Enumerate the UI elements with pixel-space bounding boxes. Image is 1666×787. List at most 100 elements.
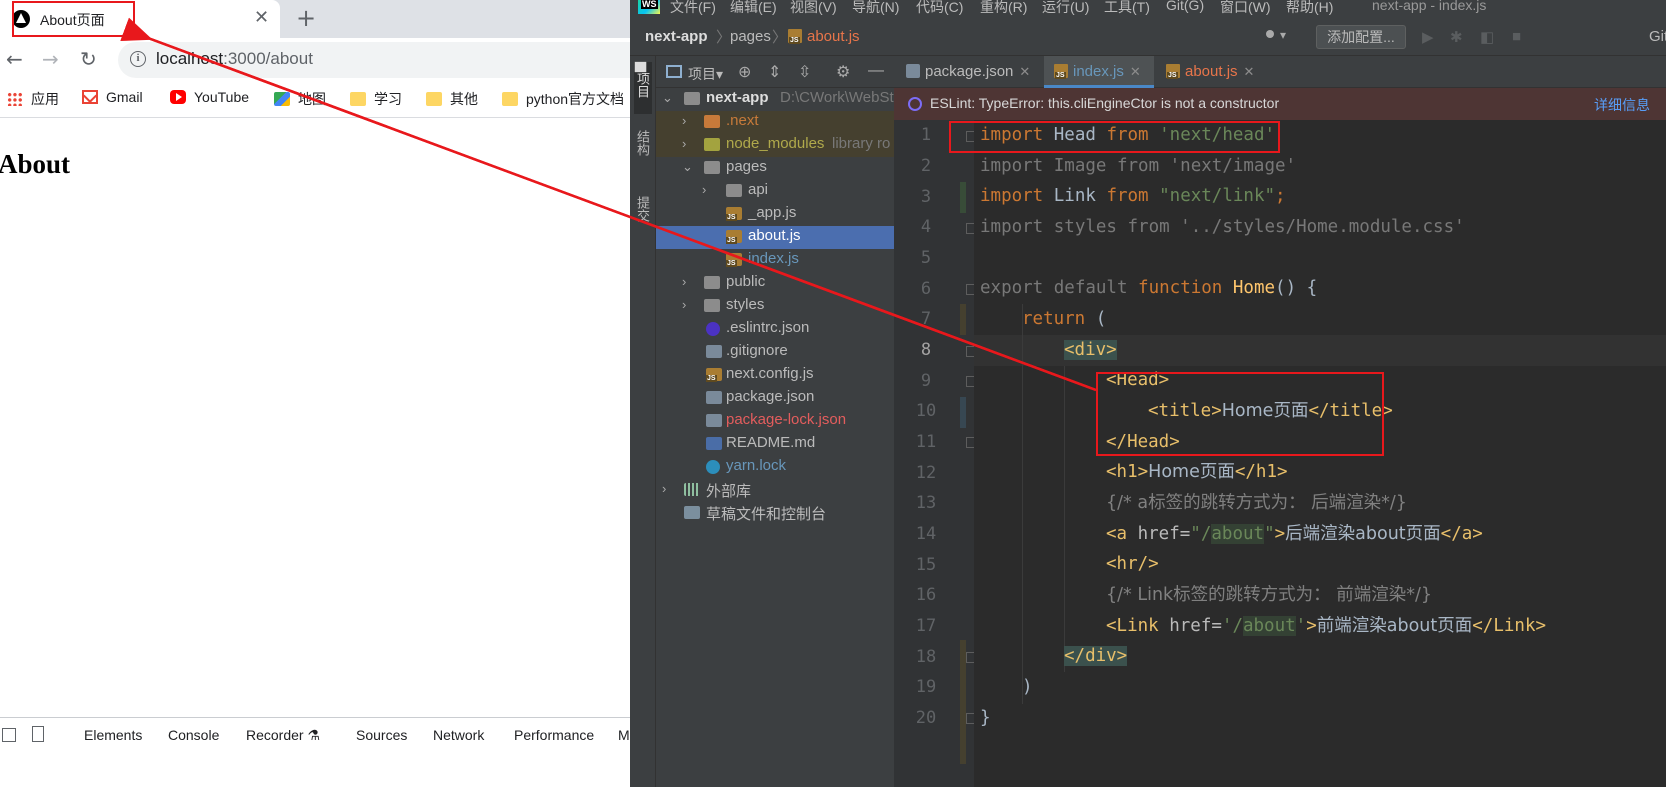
editor-tab-index-js[interactable]: index.js✕ (1044, 56, 1154, 88)
indent-guide (1064, 366, 1065, 672)
youtube-icon (170, 90, 186, 104)
close-tab-icon[interactable]: ✕ (254, 7, 269, 28)
line-number: 10 (915, 401, 937, 421)
tree-item-scratches[interactable]: 草稿文件和控制台 (656, 502, 894, 525)
side-tab-commit[interactable]: 提交 (634, 196, 652, 248)
devtools-tab-more[interactable]: M (618, 727, 630, 743)
tree-item-pages[interactable]: ⌄ pages (656, 157, 894, 180)
eslint-details-link[interactable]: 详细信息 (1594, 95, 1650, 115)
coverage-icon[interactable]: ◧ (1480, 28, 1494, 46)
expand-all-icon[interactable]: ⇕ (768, 62, 781, 82)
devtools-tab-elements[interactable]: Elements (84, 727, 142, 743)
bookmark-folder-study[interactable]: 学习 (350, 89, 402, 109)
tree-item-public[interactable]: › public (656, 272, 894, 295)
line-number: 9 (920, 371, 932, 391)
gmail-icon (82, 90, 98, 104)
line-number: 12 (915, 463, 937, 483)
chevron-right-icon: › (702, 182, 707, 197)
back-arrow-icon[interactable]: ← (6, 47, 23, 71)
breadcrumb-project[interactable]: next-app (645, 28, 708, 45)
close-tab-icon[interactable]: ✕ (1019, 64, 1030, 79)
gear-icon[interactable]: ⚙ (836, 62, 850, 82)
tree-item-styles[interactable]: › styles (656, 295, 894, 318)
new-tab-icon[interactable]: + (296, 4, 316, 32)
menu-edit[interactable]: 编辑(E) (730, 0, 777, 16)
breadcrumb-pages[interactable]: pages (730, 28, 771, 45)
bookmark-youtube[interactable]: YouTube (170, 89, 249, 105)
tree-item-yarn-lock[interactable]: yarn.lock (656, 456, 894, 479)
forward-arrow-icon[interactable]: → (42, 47, 59, 71)
add-configuration-button[interactable]: 添加配置... (1316, 25, 1406, 49)
menu-run[interactable]: 运行(U) (1042, 0, 1089, 16)
address-bar[interactable]: i localhost:3000/about (118, 42, 648, 78)
annotation-box-import-head (949, 121, 1280, 153)
breadcrumb-file[interactable]: about.js (788, 28, 860, 45)
tree-item-external-libraries[interactable]: › 外部库 (656, 479, 894, 502)
device-toolbar-icon[interactable] (32, 726, 44, 742)
side-tab-structure[interactable]: 结构 (634, 130, 652, 182)
tree-item-about-js[interactable]: about.js (656, 226, 894, 249)
menu-view[interactable]: 视图(V) (790, 0, 837, 16)
url-text: localhost:3000/about (156, 49, 313, 68)
menu-code[interactable]: 代码(C) (916, 0, 963, 16)
tree-item-package-lock[interactable]: package-lock.json (656, 410, 894, 433)
devtools-tab-network[interactable]: Network (433, 727, 484, 743)
editor-tab-package-json[interactable]: package.json ✕ (894, 56, 1042, 88)
devtools-tab-sources[interactable]: Sources (356, 727, 407, 743)
debug-icon[interactable]: ✱ (1450, 28, 1463, 46)
collapse-all-icon[interactable]: ⇳ (798, 62, 811, 82)
devtools-tabbar: Elements Console Recorder ⚗ Sources Netw… (0, 717, 630, 787)
tree-item-gitignore[interactable]: .gitignore (656, 341, 894, 364)
browser-window: About页面 ✕ + ← → ↻ i localhost:3000/about… (0, 0, 648, 787)
bookmark-apps[interactable]: 应用 (7, 89, 59, 109)
breadcrumb-separator: 〉 (772, 29, 788, 46)
devtools-tab-performance[interactable]: Performance (514, 727, 594, 743)
side-tab-project[interactable]: ▆项目 (634, 62, 652, 114)
tree-item-node-modules[interactable]: › node_modules library ro (656, 134, 894, 157)
tree-item-package-json[interactable]: package.json (656, 387, 894, 410)
tree-item-eslintrc[interactable]: .eslintrc.json (656, 318, 894, 341)
git-toolbar-label[interactable]: Git (1649, 28, 1666, 45)
tree-item-dot-next[interactable]: › .next (656, 111, 894, 134)
inspect-element-icon[interactable] (2, 728, 16, 742)
tree-item-index-js[interactable]: index.js (656, 249, 894, 272)
menu-help[interactable]: 帮助(H) (1286, 0, 1333, 16)
devtools-tab-recorder[interactable]: Recorder ⚗ (246, 727, 320, 744)
tree-item-api[interactable]: › api (656, 180, 894, 203)
line-number: 11 (915, 432, 937, 452)
hide-panel-icon[interactable]: — (868, 62, 884, 80)
markdown-file-icon (706, 437, 722, 450)
bookmark-maps[interactable]: 地图 (274, 89, 326, 109)
menu-window[interactable]: 窗口(W) (1220, 0, 1271, 16)
run-icon[interactable]: ▶ (1422, 28, 1434, 46)
chevron-right-icon: › (682, 297, 687, 312)
menu-navigate[interactable]: 导航(N) (852, 0, 899, 16)
tree-item-app-js[interactable]: _app.js (656, 203, 894, 226)
close-tab-icon[interactable]: ✕ (1130, 64, 1141, 79)
tree-item-readme[interactable]: README.md (656, 433, 894, 456)
reload-icon[interactable]: ↻ (80, 47, 97, 71)
user-account-icon[interactable] (1266, 28, 1292, 46)
apps-grid-icon (7, 92, 23, 106)
menu-refactor[interactable]: 重构(R) (980, 0, 1027, 16)
tree-item-next-app[interactable]: ⌄ next-app D:\CWork\WebSt (656, 88, 894, 111)
bookmark-folder-other[interactable]: 其他 (426, 89, 478, 109)
menu-tools[interactable]: 工具(T) (1104, 0, 1150, 16)
editor-tab-about-js[interactable]: about.js✕ (1156, 56, 1266, 88)
devtools-tab-console[interactable]: Console (168, 727, 219, 743)
tree-item-next-config[interactable]: next.config.js (656, 364, 894, 387)
site-info-icon[interactable]: i (130, 51, 146, 67)
bookmark-folder-python-docs[interactable]: python官方文档 (502, 89, 624, 109)
locate-file-icon[interactable]: ⊕ (738, 62, 751, 82)
code-line-17: <Link href='/about'>前端渲染about页面</Link> (1106, 616, 1547, 636)
line-number: 6 (920, 279, 932, 299)
breadcrumb-separator: 〉 (716, 29, 732, 46)
project-view-selector[interactable]: 项目▾ (688, 64, 723, 84)
editor-gutter: 1 2 3 4 5 6 7 8 9 10 11 12 13 14 15 16 1… (894, 120, 976, 787)
close-tab-icon[interactable]: ✕ (1244, 64, 1255, 79)
bookmark-gmail[interactable]: Gmail (82, 89, 143, 105)
line-number: 13 (915, 493, 937, 513)
menu-file[interactable]: 文件(F) (670, 0, 716, 16)
stop-icon[interactable]: ■ (1512, 28, 1521, 45)
menu-git[interactable]: Git(G) (1166, 0, 1204, 13)
